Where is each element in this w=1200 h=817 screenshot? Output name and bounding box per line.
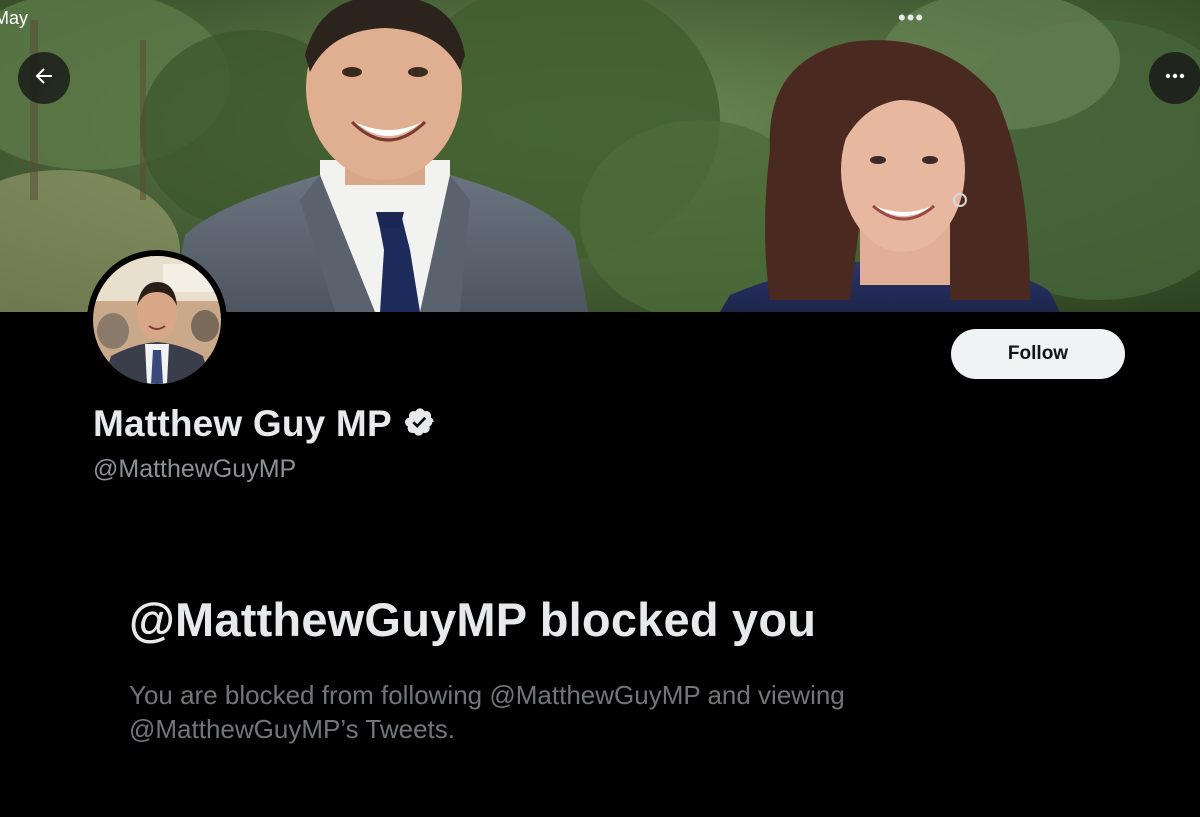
blocked-description: You are blocked from following @MatthewG… xyxy=(129,678,949,746)
avatar-photo xyxy=(93,256,221,384)
profile-avatar[interactable] xyxy=(87,250,227,390)
status-time: May xyxy=(0,8,29,28)
display-name-row: Matthew Guy MP xyxy=(93,403,436,445)
multitask-dots-icon[interactable]: ••• xyxy=(898,7,924,29)
verified-badge-icon xyxy=(404,406,436,443)
blocked-description-line-2: @MatthewGuyMP’s Tweets. xyxy=(129,714,455,744)
blocked-description-line-1: You are blocked from following @MatthewG… xyxy=(129,680,845,710)
blocked-title: @MatthewGuyMP blocked you xyxy=(129,593,817,646)
more-horizontal-icon xyxy=(1163,64,1187,93)
display-name: Matthew Guy MP xyxy=(93,403,392,444)
more-options-button[interactable] xyxy=(1149,52,1200,104)
profile-handle: @MatthewGuyMP xyxy=(93,455,297,483)
back-button[interactable] xyxy=(18,52,70,104)
follow-button[interactable]: Follow xyxy=(951,329,1125,379)
arrow-left-icon xyxy=(32,64,56,93)
